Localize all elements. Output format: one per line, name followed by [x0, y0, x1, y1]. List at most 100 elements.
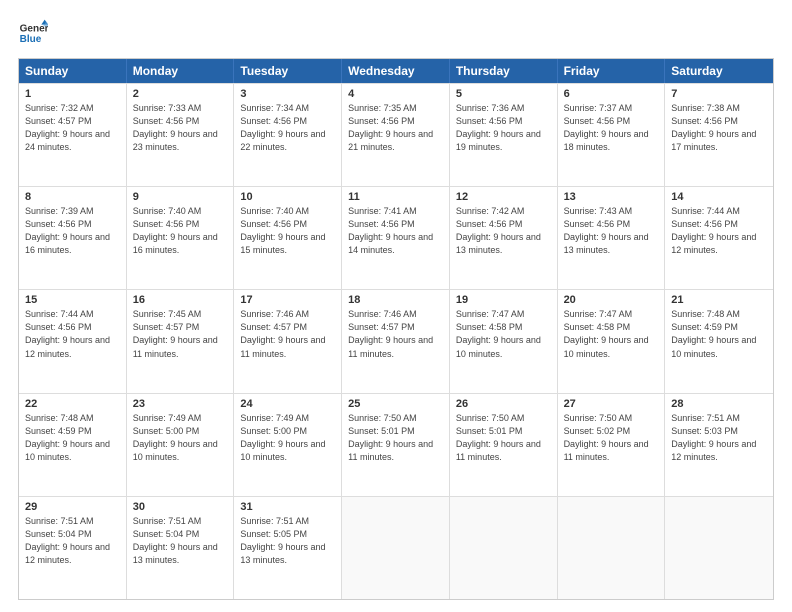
- calendar-cell: 28 Sunrise: 7:51 AM Sunset: 5:03 PM Dayli…: [665, 394, 773, 496]
- calendar-cell: 14 Sunrise: 7:44 AM Sunset: 4:56 PM Dayli…: [665, 187, 773, 289]
- day-info: Sunrise: 7:37 AM Sunset: 4:56 PM Dayligh…: [564, 102, 659, 154]
- calendar-cell: [665, 497, 773, 599]
- calendar-row: 22 Sunrise: 7:48 AM Sunset: 4:59 PM Dayli…: [19, 393, 773, 496]
- day-number: 1: [25, 88, 120, 100]
- day-number: 12: [456, 191, 551, 203]
- day-info: Sunrise: 7:48 AM Sunset: 4:59 PM Dayligh…: [25, 412, 120, 464]
- calendar-body: 1 Sunrise: 7:32 AM Sunset: 4:57 PM Daylig…: [19, 83, 773, 599]
- day-number: 3: [240, 88, 335, 100]
- calendar-cell: 21 Sunrise: 7:48 AM Sunset: 4:59 PM Dayli…: [665, 290, 773, 392]
- day-number: 2: [133, 88, 228, 100]
- calendar-cell: [342, 497, 450, 599]
- day-info: Sunrise: 7:44 AM Sunset: 4:56 PM Dayligh…: [671, 205, 767, 257]
- day-info: Sunrise: 7:47 AM Sunset: 4:58 PM Dayligh…: [456, 308, 551, 360]
- calendar-cell: 7Sunrise: 7:38 AM Sunset: 4:56 PM Daylig…: [665, 84, 773, 186]
- calendar-cell: 3Sunrise: 7:34 AM Sunset: 4:56 PM Daylig…: [234, 84, 342, 186]
- day-info: Sunrise: 7:40 AM Sunset: 4:56 PM Dayligh…: [240, 205, 335, 257]
- calendar-cell: 4 Sunrise: 7:35 AM Sunset: 4:56 PM Daylig…: [342, 84, 450, 186]
- day-info: Sunrise: 7:50 AM Sunset: 5:02 PM Dayligh…: [564, 412, 659, 464]
- day-number: 20: [564, 294, 659, 306]
- day-info: Sunrise: 7:51 AM Sunset: 5:04 PM Dayligh…: [25, 515, 120, 567]
- calendar-row: 8 Sunrise: 7:39 AM Sunset: 4:56 PM Daylig…: [19, 186, 773, 289]
- calendar-cell: [558, 497, 666, 599]
- day-info: Sunrise: 7:45 AM Sunset: 4:57 PM Dayligh…: [133, 308, 228, 360]
- day-number: 9: [133, 191, 228, 203]
- calendar-cell: 22 Sunrise: 7:48 AM Sunset: 4:59 PM Dayli…: [19, 394, 127, 496]
- day-number: 5: [456, 88, 551, 100]
- calendar-cell: 16 Sunrise: 7:45 AM Sunset: 4:57 PM Dayli…: [127, 290, 235, 392]
- calendar-cell: 5 Sunrise: 7:36 AM Sunset: 4:56 PM Daylig…: [450, 84, 558, 186]
- day-number: 14: [671, 191, 767, 203]
- day-info: Sunrise: 7:51 AM Sunset: 5:03 PM Dayligh…: [671, 412, 767, 464]
- calendar-cell: 30Sunrise: 7:51 AM Sunset: 5:04 PM Dayli…: [127, 497, 235, 599]
- day-number: 8: [25, 191, 120, 203]
- day-number: 16: [133, 294, 228, 306]
- day-info: Sunrise: 7:49 AM Sunset: 5:00 PM Dayligh…: [133, 412, 228, 464]
- day-number: 30: [133, 501, 228, 513]
- svg-text:General: General: [20, 23, 48, 34]
- weekday-header: Friday: [558, 59, 666, 83]
- header: General Blue: [18, 18, 774, 48]
- day-info: Sunrise: 7:48 AM Sunset: 4:59 PM Dayligh…: [671, 308, 767, 360]
- svg-text:Blue: Blue: [20, 34, 42, 45]
- day-info: Sunrise: 7:41 AM Sunset: 4:56 PM Dayligh…: [348, 205, 443, 257]
- day-info: Sunrise: 7:36 AM Sunset: 4:56 PM Dayligh…: [456, 102, 551, 154]
- day-number: 17: [240, 294, 335, 306]
- day-number: 13: [564, 191, 659, 203]
- calendar-row: 15Sunrise: 7:44 AM Sunset: 4:56 PM Dayli…: [19, 289, 773, 392]
- day-info: Sunrise: 7:47 AM Sunset: 4:58 PM Dayligh…: [564, 308, 659, 360]
- logo: General Blue: [18, 18, 48, 48]
- calendar-cell: 29 Sunrise: 7:51 AM Sunset: 5:04 PM Dayli…: [19, 497, 127, 599]
- day-info: Sunrise: 7:50 AM Sunset: 5:01 PM Dayligh…: [348, 412, 443, 464]
- weekday-header: Sunday: [19, 59, 127, 83]
- calendar-cell: 2 Sunrise: 7:33 AM Sunset: 4:56 PM Daylig…: [127, 84, 235, 186]
- day-info: Sunrise: 7:46 AM Sunset: 4:57 PM Dayligh…: [348, 308, 443, 360]
- day-number: 29: [25, 501, 120, 513]
- day-number: 31: [240, 501, 335, 513]
- day-number: 27: [564, 398, 659, 410]
- calendar-cell: 15Sunrise: 7:44 AM Sunset: 4:56 PM Dayli…: [19, 290, 127, 392]
- logo-icon: General Blue: [18, 18, 48, 48]
- calendar-row: 1 Sunrise: 7:32 AM Sunset: 4:57 PM Daylig…: [19, 83, 773, 186]
- day-number: 28: [671, 398, 767, 410]
- day-number: 4: [348, 88, 443, 100]
- calendar-cell: 11 Sunrise: 7:41 AM Sunset: 4:56 PM Dayli…: [342, 187, 450, 289]
- weekday-header: Tuesday: [234, 59, 342, 83]
- calendar-cell: 6Sunrise: 7:37 AM Sunset: 4:56 PM Daylig…: [558, 84, 666, 186]
- day-info: Sunrise: 7:39 AM Sunset: 4:56 PM Dayligh…: [25, 205, 120, 257]
- calendar-row: 29 Sunrise: 7:51 AM Sunset: 5:04 PM Dayli…: [19, 496, 773, 599]
- calendar-cell: 23 Sunrise: 7:49 AM Sunset: 5:00 PM Dayli…: [127, 394, 235, 496]
- calendar: SundayMondayTuesdayWednesdayThursdayFrid…: [18, 58, 774, 600]
- day-info: Sunrise: 7:33 AM Sunset: 4:56 PM Dayligh…: [133, 102, 228, 154]
- calendar-cell: 10 Sunrise: 7:40 AM Sunset: 4:56 PM Dayli…: [234, 187, 342, 289]
- weekday-header: Saturday: [665, 59, 773, 83]
- calendar-cell: 31 Sunrise: 7:51 AM Sunset: 5:05 PM Dayli…: [234, 497, 342, 599]
- calendar-cell: 26Sunrise: 7:50 AM Sunset: 5:01 PM Dayli…: [450, 394, 558, 496]
- weekday-header: Thursday: [450, 59, 558, 83]
- calendar-cell: 19 Sunrise: 7:47 AM Sunset: 4:58 PM Dayli…: [450, 290, 558, 392]
- calendar-cell: 13 Sunrise: 7:43 AM Sunset: 4:56 PM Dayli…: [558, 187, 666, 289]
- calendar-cell: 1 Sunrise: 7:32 AM Sunset: 4:57 PM Daylig…: [19, 84, 127, 186]
- calendar-header: SundayMondayTuesdayWednesdayThursdayFrid…: [19, 59, 773, 83]
- day-number: 24: [240, 398, 335, 410]
- day-number: 18: [348, 294, 443, 306]
- day-info: Sunrise: 7:38 AM Sunset: 4:56 PM Dayligh…: [671, 102, 767, 154]
- day-number: 21: [671, 294, 767, 306]
- calendar-cell: 12Sunrise: 7:42 AM Sunset: 4:56 PM Dayli…: [450, 187, 558, 289]
- day-info: Sunrise: 7:40 AM Sunset: 4:56 PM Dayligh…: [133, 205, 228, 257]
- weekday-header: Monday: [127, 59, 235, 83]
- calendar-cell: 27 Sunrise: 7:50 AM Sunset: 5:02 PM Dayli…: [558, 394, 666, 496]
- weekday-header: Wednesday: [342, 59, 450, 83]
- day-number: 11: [348, 191, 443, 203]
- day-number: 23: [133, 398, 228, 410]
- day-number: 19: [456, 294, 551, 306]
- day-info: Sunrise: 7:51 AM Sunset: 5:05 PM Dayligh…: [240, 515, 335, 567]
- day-number: 10: [240, 191, 335, 203]
- day-info: Sunrise: 7:32 AM Sunset: 4:57 PM Dayligh…: [25, 102, 120, 154]
- day-number: 22: [25, 398, 120, 410]
- day-info: Sunrise: 7:43 AM Sunset: 4:56 PM Dayligh…: [564, 205, 659, 257]
- day-number: 15: [25, 294, 120, 306]
- calendar-cell: 25Sunrise: 7:50 AM Sunset: 5:01 PM Dayli…: [342, 394, 450, 496]
- day-info: Sunrise: 7:35 AM Sunset: 4:56 PM Dayligh…: [348, 102, 443, 154]
- day-info: Sunrise: 7:49 AM Sunset: 5:00 PM Dayligh…: [240, 412, 335, 464]
